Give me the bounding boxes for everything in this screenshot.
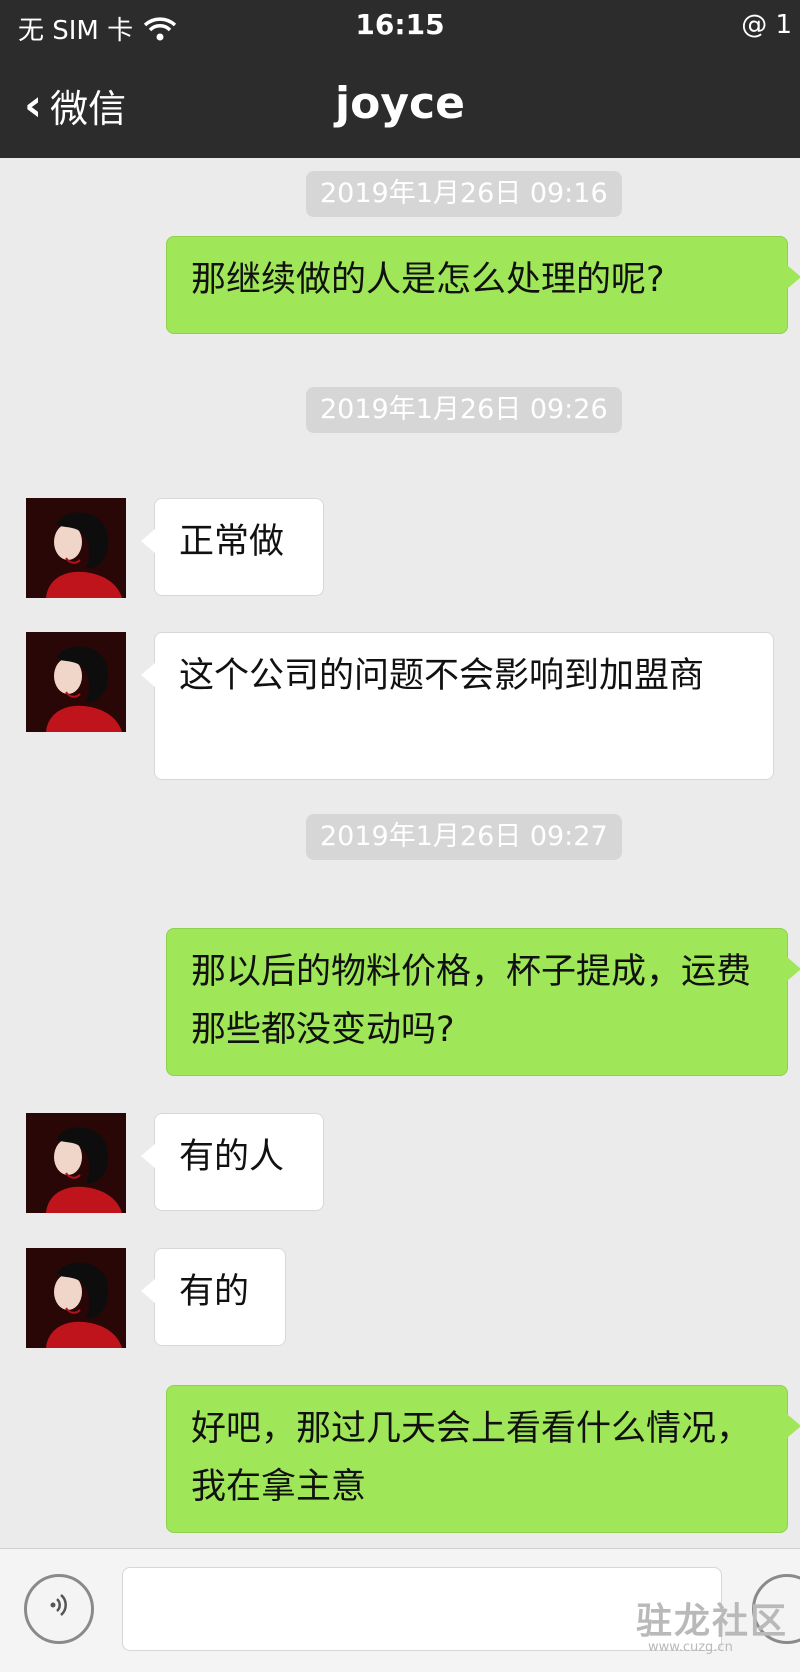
chat-title: joyce	[335, 78, 465, 129]
outgoing-message[interactable]: 那继续做的人是怎么处理的呢?	[166, 236, 800, 334]
nav-bar: ‹ 微信 joyce	[0, 56, 800, 158]
avatar[interactable]	[26, 1113, 126, 1213]
watermark-url: www.cuzg.cn	[648, 1640, 733, 1655]
timestamp: 2019年1月26日 09:26	[306, 387, 622, 433]
message-input[interactable]	[122, 1567, 722, 1651]
voice-icon	[44, 1590, 74, 1628]
outgoing-message[interactable]: 好吧，那过几天会上看看什么情况，我在拿主意	[166, 1385, 800, 1533]
avatar[interactable]	[26, 1248, 126, 1348]
timestamp: 2019年1月26日 09:16	[306, 171, 622, 217]
status-right-icons: @ 1	[741, 10, 792, 40]
incoming-message[interactable]: 有的人	[141, 1113, 324, 1211]
incoming-message[interactable]: 这个公司的问题不会影响到加盟商	[141, 632, 774, 780]
status-bar: 无 SIM 卡 16:15 @ 1	[0, 0, 800, 56]
voice-input-button[interactable]	[24, 1574, 94, 1644]
incoming-message[interactable]: 正常做	[141, 498, 324, 596]
avatar[interactable]	[26, 498, 126, 598]
timestamp: 2019年1月26日 09:27	[306, 814, 622, 860]
incoming-message[interactable]: 有的	[141, 1248, 286, 1346]
outgoing-message[interactable]: 那以后的物料价格，杯子提成，运费那些都没变动吗?	[166, 928, 800, 1076]
clock: 16:15	[355, 8, 445, 41]
watermark: 驻龙社区	[636, 1600, 789, 1642]
avatar[interactable]	[26, 632, 126, 732]
chat-area[interactable]: 2019年1月26日 09:16 那继续做的人是怎么处理的呢? 2019年1月2…	[0, 158, 800, 1548]
